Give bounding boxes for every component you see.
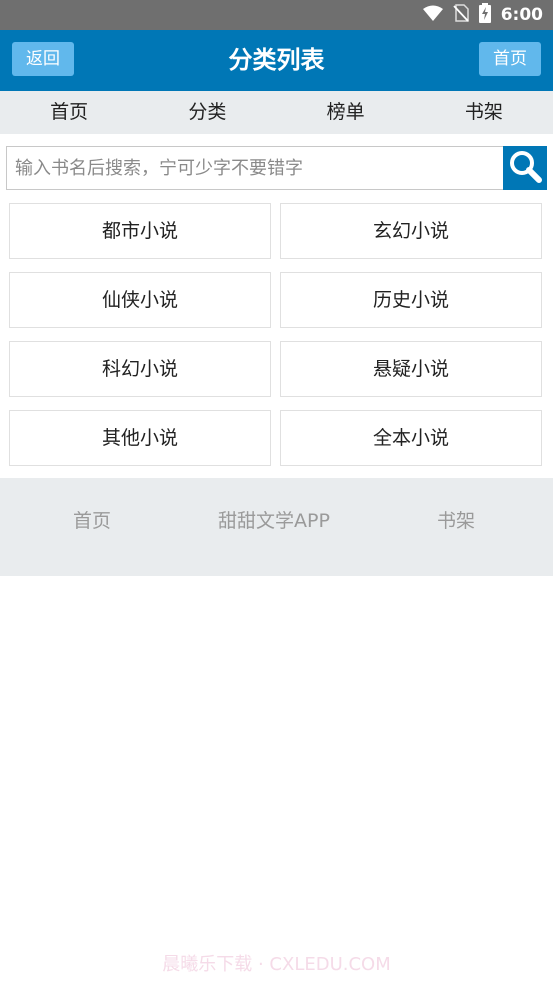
nav-tabs: 首页 分类 榜单 书架 <box>0 91 553 134</box>
category-other[interactable]: 其他小说 <box>9 410 271 466</box>
category-fantasy[interactable]: 玄幻小说 <box>280 203 542 259</box>
category-mystery[interactable]: 悬疑小说 <box>280 341 542 397</box>
category-scifi[interactable]: 科幻小说 <box>9 341 271 397</box>
category-history[interactable]: 历史小说 <box>280 272 542 328</box>
search-bar <box>6 146 547 190</box>
category-grid: 都市小说 玄幻小说 仙侠小说 历史小说 科幻小说 悬疑小说 其他小说 全本小说 <box>9 203 542 466</box>
category-urban[interactable]: 都市小说 <box>9 203 271 259</box>
wifi-icon <box>422 5 443 25</box>
footer-home-link[interactable]: 首页 <box>62 506 122 533</box>
status-bar: 6:00 <box>0 0 553 30</box>
battery-charging-icon <box>478 3 491 27</box>
page-title: 分类列表 <box>228 46 325 74</box>
tab-home[interactable]: 首页 <box>0 91 138 134</box>
category-complete[interactable]: 全本小说 <box>280 410 542 466</box>
search-button[interactable] <box>503 146 547 190</box>
watermark: 晨曦乐下载 · CXLEDU.COM <box>162 954 391 975</box>
search-input[interactable] <box>6 146 504 190</box>
footer-shelf-link[interactable]: 书架 <box>426 506 486 533</box>
tab-category[interactable]: 分类 <box>138 91 276 134</box>
home-button[interactable]: 首页 <box>479 42 541 76</box>
back-button[interactable]: 返回 <box>12 42 74 76</box>
search-icon <box>508 149 542 187</box>
footer-app-link[interactable]: 甜甜文学APP <box>196 506 352 533</box>
tab-bookshelf[interactable]: 书架 <box>415 91 553 134</box>
app-header: 分类列表 返回 首页 <box>0 30 553 91</box>
status-icons: 6:00 <box>422 0 543 30</box>
status-time: 6:00 <box>500 5 543 25</box>
no-sim-icon <box>453 4 469 26</box>
tab-rankings[interactable]: 榜单 <box>277 91 415 134</box>
category-xianxia[interactable]: 仙侠小说 <box>9 272 271 328</box>
footer: 首页 甜甜文学APP 书架 <box>0 478 553 576</box>
